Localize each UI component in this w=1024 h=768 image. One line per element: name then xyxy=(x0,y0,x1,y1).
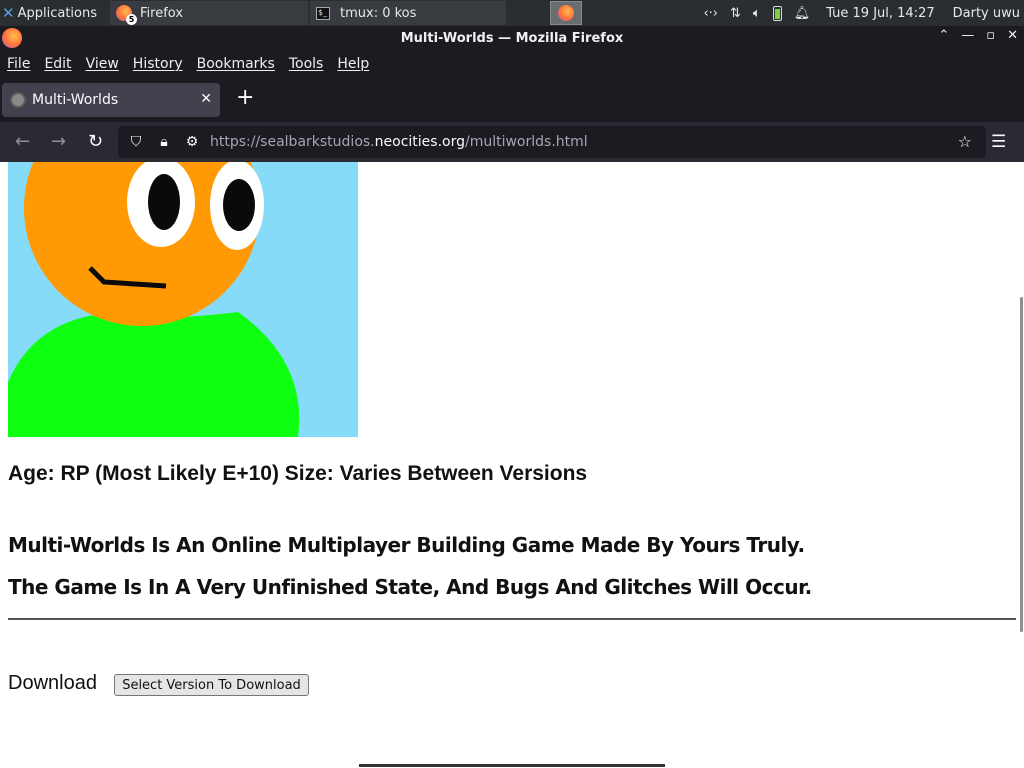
firefox-icon: 5 xyxy=(116,5,137,25)
taskbar-tmux[interactable]: $_ tmux: 0 kos xyxy=(310,1,506,25)
url-path: /multiworlds.html xyxy=(464,134,588,150)
battery-icon[interactable] xyxy=(772,5,782,21)
notification-bell-icon[interactable]: 🔔︎ xyxy=(794,6,811,21)
description-line-2: The Game Is In A Very Unfinished State, … xyxy=(8,575,812,599)
url-bar[interactable]: ⛉ 🔒︎ ⚙ https://sealbarkstudios.neocities… xyxy=(118,126,986,158)
url-host: neocities.org xyxy=(374,134,465,150)
app-menu-hamburger-icon[interactable]: ☰ xyxy=(991,132,1006,152)
menu-bar: File Edit View History Bookmarks Tools H… xyxy=(0,50,1024,78)
system-panel: ✕ Applications 5 Firefox $_ tmux: 0 kos … xyxy=(0,0,1024,26)
firefox-icon xyxy=(2,28,22,48)
taskbar-firefox[interactable]: 5 Firefox xyxy=(110,1,308,25)
download-label: Download xyxy=(8,672,97,694)
forward-button[interactable]: → xyxy=(51,132,66,152)
menu-tools[interactable]: Tools xyxy=(289,56,324,72)
url-text[interactable]: https://sealbarkstudios.neocities.org/mu… xyxy=(210,134,588,150)
age-size-info: Age: RP (Most Likely E+10) Size: Varies … xyxy=(8,462,588,485)
select-version-button[interactable]: Select Version To Download xyxy=(114,674,309,696)
navigation-bar: ← → ↻ ⛉ 🔒︎ ⚙ https://sealbarkstudios.neo… xyxy=(0,122,1024,162)
system-tray: ‹·› ⇅ 🔈︎ 🔔︎ Tue 19 Jul, 14:27 Darty uwu xyxy=(703,5,1024,21)
menu-view[interactable]: View xyxy=(86,56,119,72)
applications-label: Applications xyxy=(17,5,97,21)
reload-button[interactable]: ↻ xyxy=(88,132,103,152)
menu-edit[interactable]: Edit xyxy=(44,56,71,72)
page-content: Age: RP (Most Likely E+10) Size: Varies … xyxy=(0,162,1024,768)
menu-help[interactable]: Help xyxy=(337,56,369,72)
description-line-1: Multi-Worlds Is An Online Multiplayer Bu… xyxy=(8,533,805,557)
character-drawing xyxy=(8,162,358,437)
lock-icon[interactable]: 🔒︎ xyxy=(154,134,174,150)
tracking-protection-shield-icon[interactable]: ⛉ xyxy=(126,134,146,150)
network-icon[interactable]: ‹·› xyxy=(703,6,718,21)
menu-file[interactable]: File xyxy=(7,56,30,72)
clock[interactable]: Tue 19 Jul, 14:27 xyxy=(826,6,934,21)
transfer-arrows-icon[interactable]: ⇅ xyxy=(730,6,741,21)
bookmark-star-icon[interactable]: ☆ xyxy=(958,132,972,151)
url-prefix: https://sealbarkstudios. xyxy=(210,134,375,150)
tab-label: Multi-Worlds xyxy=(32,92,119,108)
window-title: Multi-Worlds — Mozilla Firefox xyxy=(400,30,624,46)
taskbar-tmux-label: tmux: 0 kos xyxy=(340,5,417,21)
taskbar-firefox-label: Firefox xyxy=(140,5,184,21)
permissions-icon[interactable]: ⚙ xyxy=(182,134,202,150)
close-window-button[interactable]: ✕ xyxy=(1007,28,1018,43)
new-tab-button[interactable]: + xyxy=(236,87,254,109)
terminal-icon: $_ xyxy=(316,6,330,20)
tab-multi-worlds[interactable]: Multi-Worlds ✕ xyxy=(2,83,220,117)
divider-bottom xyxy=(359,764,665,767)
volume-icon[interactable]: 🔈︎ xyxy=(753,6,761,21)
close-tab-icon[interactable]: ✕ xyxy=(200,91,212,107)
back-button[interactable]: ← xyxy=(15,132,30,152)
site-favicon-icon xyxy=(10,92,26,108)
window-titlebar: Multi-Worlds — Mozilla Firefox ⌃ — ▫ ✕ xyxy=(0,26,1024,50)
maximize-button[interactable]: ▫ xyxy=(986,28,995,43)
window-controls: ⌃ — ▫ ✕ xyxy=(938,28,1018,43)
workspace-firefox-button[interactable] xyxy=(550,1,582,25)
firefox-icon xyxy=(558,5,574,21)
game-character-image xyxy=(8,162,358,437)
xfce-icon: ✕ xyxy=(2,4,15,22)
minimize-button[interactable]: — xyxy=(961,28,974,43)
menu-bookmarks[interactable]: Bookmarks xyxy=(197,56,275,72)
user-menu[interactable]: Darty uwu xyxy=(953,6,1020,21)
tab-strip: Multi-Worlds ✕ + xyxy=(0,78,1024,122)
divider xyxy=(8,618,1016,620)
page-scrollbar[interactable] xyxy=(1020,297,1023,632)
applications-menu[interactable]: ✕ Applications xyxy=(0,0,110,26)
window-shade-button[interactable]: ⌃ xyxy=(938,28,949,43)
menu-history[interactable]: History xyxy=(133,56,183,72)
window-count-badge: 5 xyxy=(126,14,137,25)
